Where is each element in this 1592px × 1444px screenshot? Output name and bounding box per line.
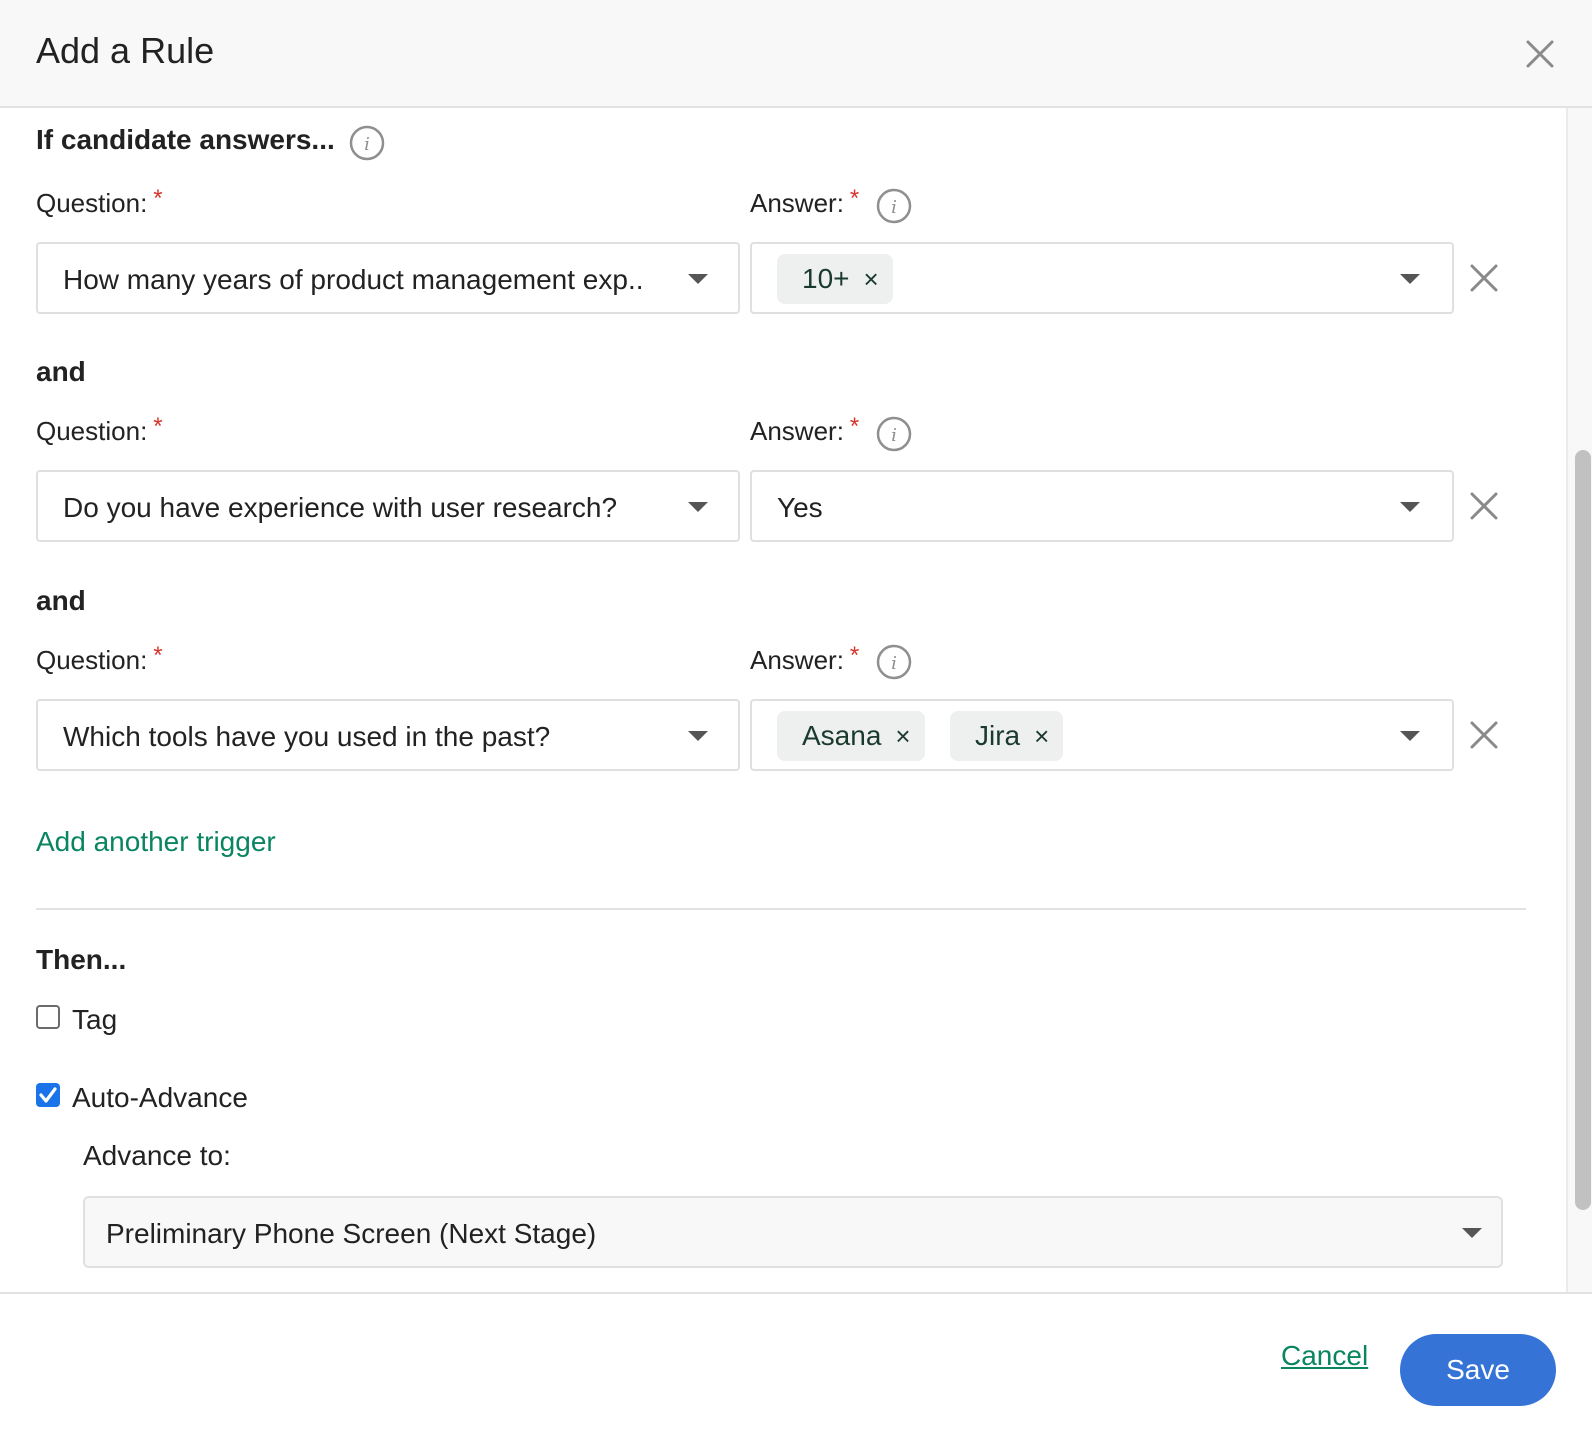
- answer-select-1[interactable]: 10+ ×: [750, 242, 1454, 314]
- close-icon: [1526, 40, 1554, 68]
- checkmark-icon: [39, 1087, 57, 1103]
- chip-remove-icon[interactable]: ×: [1034, 721, 1049, 751]
- chip-remove-icon[interactable]: ×: [895, 721, 910, 751]
- close-button[interactable]: [1522, 36, 1558, 72]
- tag-checkbox[interactable]: [36, 1005, 60, 1029]
- question-value: Do you have experience with user researc…: [63, 492, 618, 523]
- answer-chip: Asana ×: [777, 711, 925, 761]
- advance-to-select[interactable]: Preliminary Phone Screen (Next Stage): [83, 1196, 1503, 1268]
- chevron-down-icon: [1400, 731, 1420, 741]
- info-icon[interactable]: i: [876, 644, 912, 680]
- chevron-down-icon: [688, 502, 708, 512]
- remove-trigger-icon[interactable]: [1469, 491, 1499, 521]
- info-icon[interactable]: i: [876, 188, 912, 224]
- question-value: How many years of product management exp…: [63, 264, 644, 295]
- question-label: Question: *: [36, 642, 163, 675]
- dialog-title: Add a Rule: [36, 30, 215, 71]
- cancel-button[interactable]: Cancel: [1281, 1340, 1368, 1372]
- question-label: Question: *: [36, 185, 163, 218]
- scrollbar-track[interactable]: [1566, 108, 1592, 1292]
- question-select-2[interactable]: Do you have experience with user researc…: [36, 470, 740, 542]
- answer-label: Answer: *: [750, 185, 860, 218]
- question-value: Which tools have you used in the past?: [63, 721, 551, 752]
- trigger-section-title: If candidate answers...: [36, 124, 335, 155]
- answer-chip: 10+ ×: [777, 254, 893, 304]
- chevron-down-icon: [688, 274, 708, 284]
- dialog-footer: Cancel Save: [0, 1292, 1592, 1444]
- svg-text:i: i: [891, 197, 897, 218]
- advance-to-value: Preliminary Phone Screen (Next Stage): [106, 1218, 597, 1249]
- chevron-down-icon: [1462, 1228, 1482, 1238]
- auto-advance-checkbox[interactable]: [36, 1083, 60, 1107]
- scrollbar-thumb[interactable]: [1575, 450, 1591, 1210]
- info-icon[interactable]: i: [349, 125, 385, 161]
- required-mark: *: [153, 413, 163, 440]
- section-divider: [36, 908, 1526, 910]
- svg-text:i: i: [891, 653, 897, 674]
- required-mark: *: [153, 642, 163, 669]
- chevron-down-icon: [1400, 502, 1420, 512]
- tag-label: Tag: [72, 1004, 118, 1035]
- advance-to-label: Advance to:: [83, 1140, 231, 1171]
- dialog-body: If candidate answers... i Question: * Ans…: [0, 108, 1566, 1292]
- question-select-3[interactable]: Which tools have you used in the past?: [36, 699, 740, 771]
- question-select-1[interactable]: How many years of product management exp…: [36, 242, 740, 314]
- required-mark: *: [153, 185, 163, 212]
- answer-label: Answer: *: [750, 413, 860, 446]
- svg-text:i: i: [891, 425, 897, 446]
- question-label: Question: *: [36, 413, 163, 446]
- svg-text:i: i: [364, 134, 370, 155]
- remove-trigger-icon[interactable]: [1469, 720, 1499, 750]
- info-icon[interactable]: i: [876, 416, 912, 452]
- chevron-down-icon: [688, 731, 708, 741]
- auto-advance-label: Auto-Advance: [72, 1082, 248, 1113]
- required-mark: *: [849, 413, 860, 440]
- required-mark: *: [849, 642, 860, 669]
- dialog-header: Add a Rule: [0, 0, 1592, 108]
- required-mark: *: [849, 185, 860, 212]
- action-section-title: Then...: [36, 944, 127, 975]
- answer-value: Yes: [777, 492, 823, 523]
- answer-select-2[interactable]: Yes: [750, 470, 1454, 542]
- chevron-down-icon: [1400, 274, 1420, 284]
- remove-trigger-icon[interactable]: [1469, 263, 1499, 293]
- answer-chip: Jira ×: [950, 711, 1064, 761]
- save-button[interactable]: Save: [1400, 1334, 1556, 1406]
- chip-remove-icon[interactable]: ×: [864, 264, 879, 294]
- add-trigger-link[interactable]: Add another trigger: [36, 826, 276, 858]
- and-connector: and: [36, 356, 86, 387]
- and-connector: and: [36, 585, 86, 616]
- answer-label: Answer: *: [750, 642, 860, 675]
- answer-select-3[interactable]: Asana × Jira ×: [750, 699, 1454, 771]
